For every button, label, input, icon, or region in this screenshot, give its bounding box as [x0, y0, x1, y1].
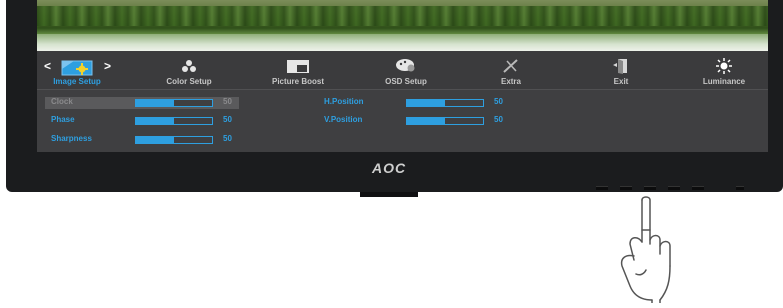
menu-label: Exit: [613, 77, 629, 86]
clock-row[interactable]: Clock 50: [45, 97, 239, 109]
slider-fill: [136, 118, 174, 124]
menu-label: Extra: [500, 77, 521, 86]
h-position-slider[interactable]: [406, 99, 484, 107]
sharpness-label: Sharpness: [51, 134, 92, 143]
monitor-stand: [360, 192, 418, 197]
monitor-button[interactable]: [596, 186, 608, 190]
menu-image-setup[interactable]: Image Setup: [45, 51, 109, 89]
h-position-row[interactable]: H.Position 50: [324, 97, 514, 109]
phase-row[interactable]: Phase 50: [45, 115, 239, 127]
background-image: [37, 0, 768, 51]
v-position-slider[interactable]: [406, 117, 484, 125]
tree-line: [37, 6, 768, 26]
v-position-label: V.Position: [324, 115, 363, 124]
h-position-label: H.Position: [324, 97, 364, 106]
monitor-button[interactable]: [692, 186, 704, 190]
slider-fill: [136, 137, 174, 143]
monitor-buttons: [596, 186, 776, 190]
menu-label: Luminance: [702, 77, 746, 86]
v-position-row[interactable]: V.Position 50: [324, 115, 514, 127]
power-button[interactable]: [736, 186, 744, 190]
menu-label: Picture Boost: [271, 77, 324, 86]
clock-value: 50: [223, 97, 232, 106]
lake: [37, 34, 768, 51]
brand-logo: AOC: [372, 160, 407, 176]
monitor-button[interactable]: [620, 186, 632, 190]
pointing-hand-icon: [590, 196, 700, 308]
v-position-value: 50: [494, 115, 503, 124]
settings-panel: Clock 50 Phase 50 Sharpness 50 H.Positio…: [37, 89, 768, 152]
sharpness-slider[interactable]: [135, 136, 213, 144]
monitor-button[interactable]: [644, 186, 656, 190]
menu-picture-boost[interactable]: Picture Boost: [263, 51, 333, 89]
menu-color-setup[interactable]: Color Setup: [157, 51, 221, 89]
slider-fill: [407, 118, 445, 124]
monitor-screen: < > Image Setup Color Setup Picture Boos…: [37, 0, 768, 152]
menu-luminance[interactable]: Luminance: [692, 51, 756, 89]
slider-fill: [407, 100, 445, 106]
menu-label: Image Setup: [53, 77, 101, 86]
monitor-bezel: < > Image Setup Color Setup Picture Boos…: [6, 0, 783, 192]
menu-exit[interactable]: Exit: [589, 51, 653, 89]
menu-label: OSD Setup: [385, 77, 427, 86]
menu-label: Color Setup: [166, 77, 212, 86]
slider-fill: [136, 100, 174, 106]
phase-label: Phase: [51, 115, 75, 124]
clock-label: Clock: [51, 97, 73, 106]
osd-menu-bar: < > Image Setup Color Setup Picture Boos…: [37, 51, 768, 89]
phase-value: 50: [223, 115, 232, 124]
sharpness-row[interactable]: Sharpness 50: [45, 134, 239, 146]
sharpness-value: 50: [223, 134, 232, 143]
menu-osd-setup[interactable]: OSD Setup: [374, 51, 438, 89]
phase-slider[interactable]: [135, 117, 213, 125]
menu-extra[interactable]: Extra: [479, 51, 543, 89]
monitor-button[interactable]: [668, 186, 680, 190]
clock-slider[interactable]: [135, 99, 213, 107]
h-position-value: 50: [494, 97, 503, 106]
